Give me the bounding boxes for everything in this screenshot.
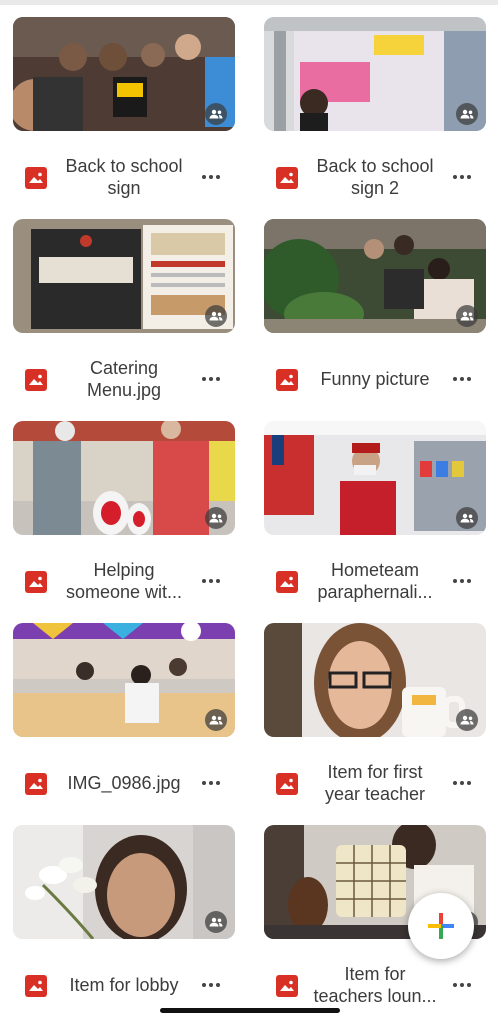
- plus-icon: [428, 913, 454, 939]
- create-new-button[interactable]: [408, 893, 474, 959]
- image-file-icon: [25, 975, 47, 997]
- home-indicator[interactable]: [160, 1008, 340, 1013]
- file-card[interactable]: Back to school sign 2: [264, 17, 486, 207]
- file-card[interactable]: Item for first year teacher: [264, 623, 486, 813]
- file-card[interactable]: Item for lobby: [13, 825, 235, 1015]
- file-thumbnail[interactable]: [264, 219, 486, 333]
- image-file-icon: [276, 571, 298, 593]
- image-file-icon: [276, 975, 298, 997]
- more-options-icon[interactable]: [448, 567, 476, 595]
- shared-people-icon: [456, 103, 478, 125]
- file-name[interactable]: IMG_0986.jpg: [59, 755, 189, 811]
- more-options-icon[interactable]: [448, 971, 476, 999]
- file-card[interactable]: Catering Menu.jpg: [13, 219, 235, 409]
- more-options-icon[interactable]: [448, 769, 476, 797]
- file-meta: Item for lobby: [13, 939, 235, 1015]
- file-meta: Hometeam paraphernali...: [264, 535, 486, 611]
- file-card[interactable]: Back to school sign: [13, 17, 235, 207]
- file-name[interactable]: Item for teachers loun...: [310, 957, 440, 1013]
- more-options-icon[interactable]: [197, 567, 225, 595]
- image-file-icon: [25, 167, 47, 189]
- file-meta: Funny picture: [264, 333, 486, 409]
- file-meta: Helping someone wit...: [13, 535, 235, 611]
- file-thumbnail[interactable]: [13, 421, 235, 535]
- file-name[interactable]: Funny picture: [310, 351, 440, 407]
- file-name[interactable]: Helping someone wit...: [59, 553, 189, 609]
- shared-people-icon: [205, 911, 227, 933]
- more-options-icon[interactable]: [448, 365, 476, 393]
- file-thumbnail[interactable]: [13, 219, 235, 333]
- shared-people-icon: [456, 507, 478, 529]
- file-name[interactable]: Item for lobby: [59, 957, 189, 1013]
- more-options-icon[interactable]: [197, 971, 225, 999]
- file-thumbnail[interactable]: [13, 825, 235, 939]
- image-file-icon: [276, 773, 298, 795]
- file-thumbnail[interactable]: [264, 17, 486, 131]
- shared-people-icon: [456, 305, 478, 327]
- more-options-icon[interactable]: [197, 769, 225, 797]
- image-file-icon: [25, 773, 47, 795]
- file-meta: IMG_0986.jpg: [13, 737, 235, 813]
- shared-people-icon: [205, 103, 227, 125]
- file-name[interactable]: Back to school sign 2: [310, 149, 440, 205]
- status-strip: [0, 0, 498, 5]
- shared-people-icon: [205, 709, 227, 731]
- file-name[interactable]: Item for first year teacher: [310, 755, 440, 811]
- file-card[interactable]: Helping someone wit...: [13, 421, 235, 611]
- more-options-icon[interactable]: [197, 365, 225, 393]
- file-meta: Back to school sign: [13, 131, 235, 207]
- file-name[interactable]: Catering Menu.jpg: [59, 351, 189, 407]
- shared-people-icon: [456, 709, 478, 731]
- shared-people-icon: [205, 507, 227, 529]
- image-file-icon: [25, 369, 47, 391]
- file-thumbnail[interactable]: [264, 421, 486, 535]
- file-meta: Back to school sign 2: [264, 131, 486, 207]
- file-card[interactable]: IMG_0986.jpg: [13, 623, 235, 813]
- file-thumbnail[interactable]: [13, 17, 235, 131]
- shared-people-icon: [205, 305, 227, 327]
- file-name[interactable]: Back to school sign: [59, 149, 189, 205]
- image-file-icon: [276, 369, 298, 391]
- file-meta: Catering Menu.jpg: [13, 333, 235, 409]
- image-file-icon: [276, 167, 298, 189]
- file-card[interactable]: Funny picture: [264, 219, 486, 409]
- file-card[interactable]: Hometeam paraphernali...: [264, 421, 486, 611]
- more-options-icon[interactable]: [197, 163, 225, 191]
- file-thumbnail[interactable]: [264, 623, 486, 737]
- more-options-icon[interactable]: [448, 163, 476, 191]
- file-name[interactable]: Hometeam paraphernali...: [310, 553, 440, 609]
- file-thumbnail[interactable]: [13, 623, 235, 737]
- image-file-icon: [25, 571, 47, 593]
- file-meta: Item for first year teacher: [264, 737, 486, 813]
